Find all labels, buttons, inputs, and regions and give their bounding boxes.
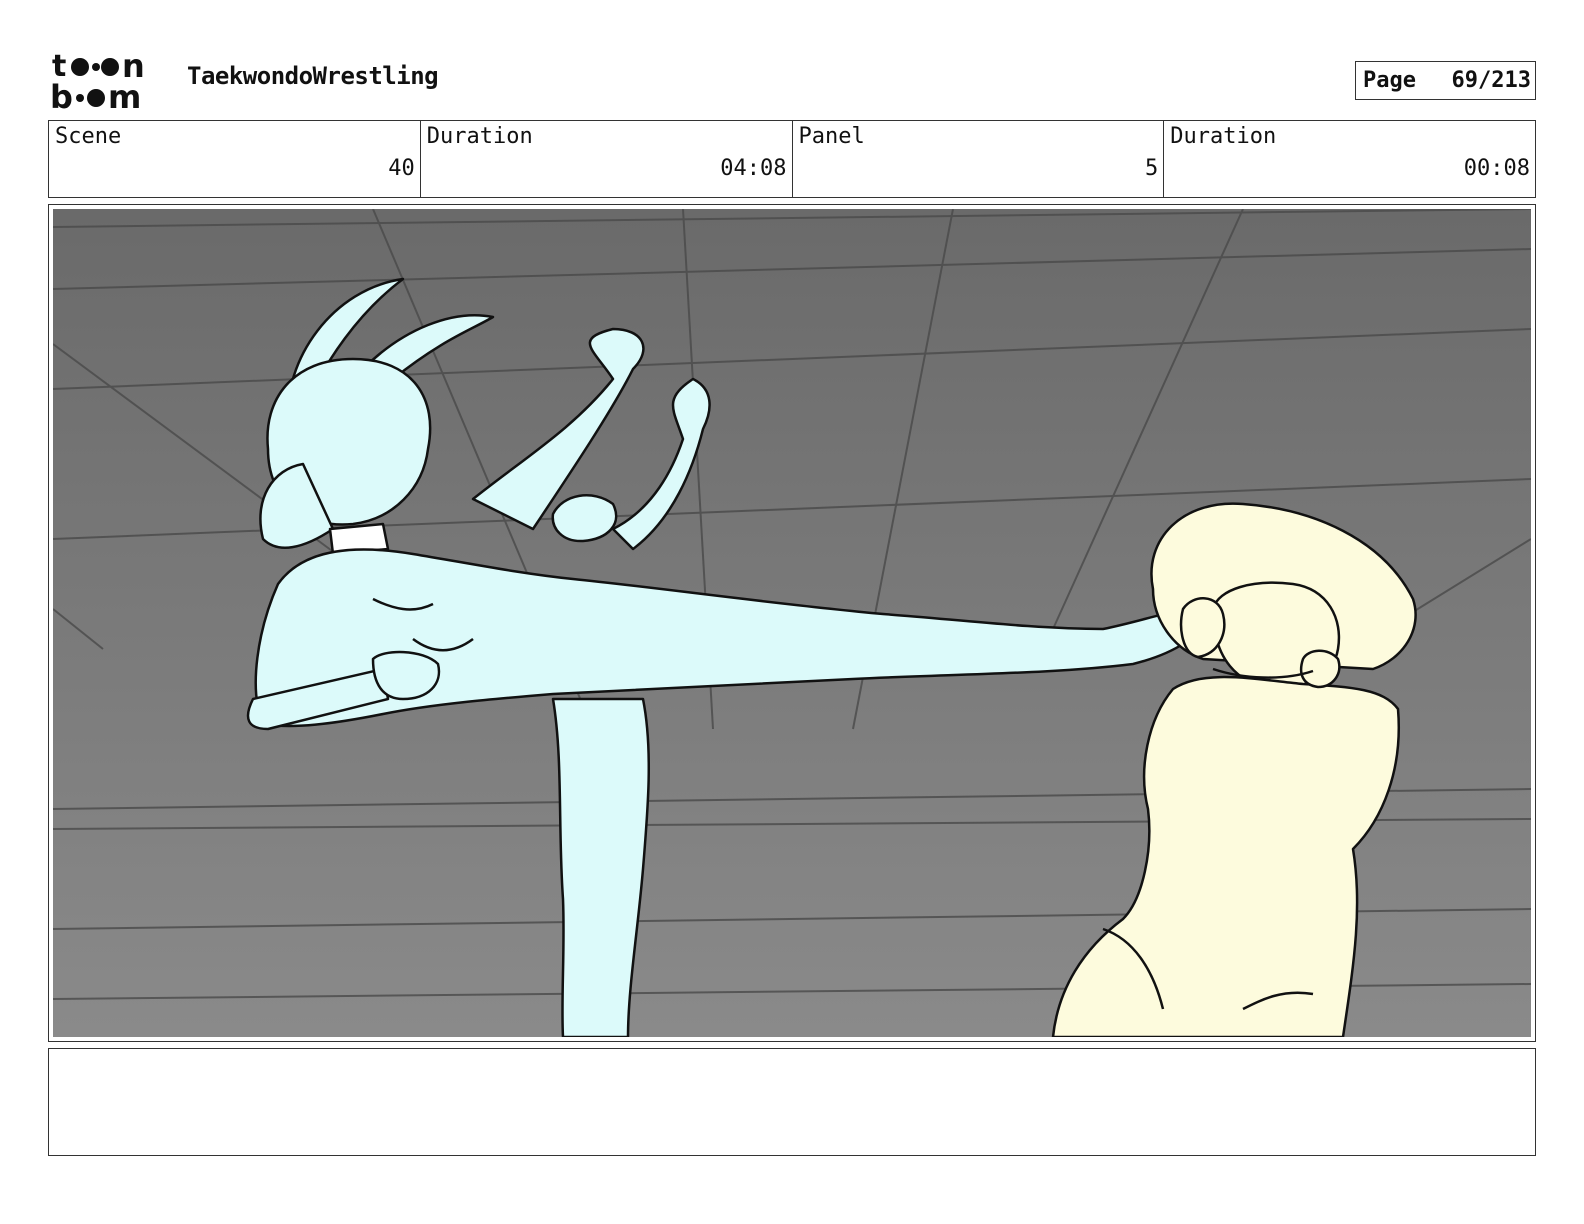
svg-text:b: b bbox=[50, 78, 73, 112]
page-label: Page bbox=[1363, 68, 1416, 93]
panel-duration-cell: Duration 00:08 bbox=[1164, 121, 1535, 197]
project-title: TaekwondoWrestling bbox=[187, 62, 439, 90]
panel-value: 5 bbox=[1145, 156, 1159, 181]
scene-value: 40 bbox=[388, 156, 415, 181]
panel-duration-label: Duration bbox=[1170, 124, 1277, 149]
scene-cell: Scene 40 bbox=[49, 121, 421, 197]
svg-text:m: m bbox=[108, 78, 141, 112]
page-number: 69/213 bbox=[1451, 68, 1531, 93]
scene-duration-label: Duration bbox=[426, 124, 533, 149]
panel-duration-value: 00:08 bbox=[1463, 156, 1530, 181]
panel-cell: Panel 5 bbox=[793, 121, 1165, 197]
panel-notes bbox=[48, 1048, 1536, 1156]
scene-duration-value: 04:08 bbox=[720, 156, 787, 181]
scene-duration-cell: Duration 04:08 bbox=[421, 121, 793, 197]
page-indicator: Page 69/213 bbox=[1355, 61, 1536, 100]
toon-boom-logo: t n b m bbox=[50, 50, 145, 112]
scene-label: Scene bbox=[55, 124, 122, 149]
scene-info-table: Scene 40 Duration 04:08 Panel 5 Duration… bbox=[48, 120, 1536, 198]
storyboard-panel-image bbox=[53, 209, 1531, 1037]
storyboard-panel-frame bbox=[48, 204, 1536, 1042]
panel-label: Panel bbox=[798, 124, 865, 149]
